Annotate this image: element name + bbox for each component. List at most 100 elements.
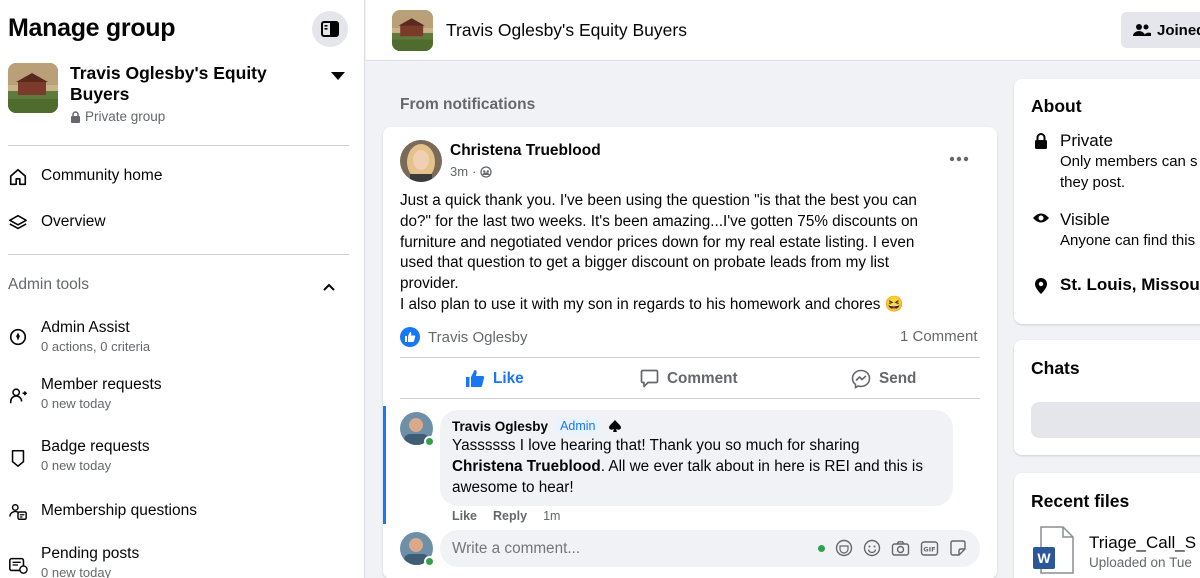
current-user-avatar[interactable] [400, 532, 435, 567]
post-text-line: provider. [400, 275, 459, 293]
home-icon [8, 166, 28, 188]
privacy-desc: Only members can s [1060, 153, 1198, 170]
post-text-line: do?" for the last two weeks. It's been a… [400, 212, 919, 230]
joined-button[interactable]: Joined [1121, 12, 1200, 48]
post-card: Christena Trueblood 3m · Just a quick th… [383, 127, 997, 578]
group-thumbnail[interactable] [8, 63, 58, 113]
person-add-icon [8, 385, 28, 407]
location-label[interactable]: St. Louis, Missou [1060, 275, 1200, 295]
comment-reply-button[interactable]: Reply [493, 509, 527, 523]
author-avatar[interactable] [400, 140, 442, 182]
emoji-icon[interactable] [863, 539, 881, 557]
recent-files-card: Recent files W Triage_Call_S Uploaded on… [1014, 473, 1200, 578]
admin-tools-heading[interactable]: Admin tools [8, 276, 89, 294]
admin-assist-icon [8, 326, 28, 348]
spade-badge-icon [608, 420, 621, 432]
location-pin-icon [1035, 278, 1047, 294]
messenger-icon [851, 369, 871, 389]
file-name: Triage_Call_S [1089, 533, 1197, 552]
feed-section-label: From notifications [400, 96, 536, 113]
thumbs-up-icon [466, 370, 485, 387]
sidebar-item-membership-questions[interactable]: Membership questions [8, 501, 197, 523]
badge-icon [8, 447, 28, 469]
divider [8, 254, 349, 255]
post-body: Just a quick thank you. I've been using … [400, 191, 980, 316]
comment-text: Yassssss I love hearing that! Thank you … [452, 436, 941, 498]
visibility-title: Visible [1060, 210, 1110, 229]
nav-label: Member requests [41, 376, 162, 393]
group-switcher-button[interactable] [330, 68, 346, 86]
send-button[interactable]: Send [851, 369, 916, 389]
group-name[interactable]: Travis Oglesby's Equity Buyers [70, 63, 300, 105]
send-label: Send [879, 370, 917, 387]
admin-badge[interactable]: Admin [556, 418, 600, 434]
privacy-title: Private [1060, 131, 1113, 150]
nav-label: Admin Assist [41, 319, 130, 336]
privacy-label: Private group [85, 109, 166, 124]
comment-text-line-1: Yassssss I love hearing that! Thank you … [452, 437, 860, 454]
about-title: About [1031, 96, 1082, 116]
comment-composer: GIF [440, 530, 980, 567]
nav-label: Overview [41, 213, 106, 230]
sidebar-item-admin-assist[interactable]: Admin Assist 0 actions, 0 criteria [8, 318, 150, 356]
chats-card: Chats [1014, 340, 1200, 455]
collapse-sidebar-button[interactable] [312, 11, 348, 47]
comment-actions: Like Reply 1m [452, 509, 560, 523]
chat-search-field[interactable] [1031, 402, 1200, 438]
post-options-button[interactable] [949, 149, 969, 167]
chats-title: Chats [1031, 358, 1080, 378]
about-card: About Private Only members can s they po… [1014, 79, 1200, 324]
avatar-sticker-icon[interactable] [835, 539, 853, 557]
commenter-avatar[interactable] [400, 412, 435, 447]
comment-button[interactable]: Comment [640, 369, 738, 388]
layers-icon [8, 212, 28, 234]
post-author-name[interactable]: Christena Trueblood [450, 142, 601, 160]
sidebar-item-pending-posts[interactable]: Pending posts 0 new today [8, 544, 139, 578]
nav-label: Community home [41, 167, 163, 184]
more-horizontal-icon [949, 156, 969, 162]
collapse-admin-tools-button[interactable] [322, 279, 336, 297]
comment-count-link[interactable]: 1 Comment [900, 328, 978, 345]
reactor-name: Travis Oglesby [428, 328, 528, 346]
comment-like-button[interactable]: Like [452, 509, 477, 523]
nav-sublabel: 0 new today [41, 396, 112, 411]
camera-icon[interactable] [891, 540, 910, 557]
sidebar-panel-icon [321, 21, 339, 37]
file-upload-info: Uploaded on Tue [1089, 555, 1192, 570]
reaction-summary[interactable]: Travis Oglesby [400, 327, 527, 347]
composer-tools: GIF [818, 539, 967, 557]
file-item[interactable]: W Triage_Call_S Uploaded on Tue [1031, 525, 1196, 575]
sidebar-item-badge-requests[interactable]: Badge requests 0 new today [8, 437, 150, 475]
post-timestamp[interactable]: 3m [450, 164, 468, 179]
new-comment-indicator [383, 406, 386, 524]
write-comment-input[interactable] [452, 539, 802, 558]
sticker-icon[interactable] [949, 539, 967, 557]
commenter-name[interactable]: Travis Oglesby [452, 419, 548, 434]
online-status-dot [424, 436, 435, 447]
privacy-info: Private Only members can s they post. [1031, 131, 1198, 193]
post-text-line: Just a quick thank you. I've been using … [400, 192, 917, 209]
group-title[interactable]: Travis Oglesby's Equity Buyers [446, 20, 687, 41]
nav-sublabel: 0 actions, 0 criteria [41, 339, 151, 354]
group-thumbnail[interactable] [392, 10, 433, 51]
membership-questions-icon [8, 501, 28, 523]
gif-icon[interactable]: GIF [920, 540, 939, 557]
word-document-icon: W [1033, 526, 1074, 574]
post-text-line: used that question to get a bigger disco… [400, 254, 889, 272]
sidebar-item-community-home[interactable]: Community home [8, 166, 162, 188]
comment-label: Comment [667, 369, 738, 387]
joined-label: Joined [1157, 21, 1200, 39]
group-audience-icon [480, 165, 493, 178]
comment-mention[interactable]: Christena Trueblood [452, 458, 601, 475]
sidebar-item-overview[interactable]: Overview [8, 212, 106, 234]
people-icon [1133, 24, 1151, 36]
separator: · [472, 164, 477, 179]
like-button[interactable]: Like [465, 369, 524, 388]
divider [400, 398, 980, 399]
eye-icon [1033, 213, 1049, 223]
comment-timestamp[interactable]: 1m [543, 509, 560, 523]
caret-down-icon [331, 72, 345, 80]
nav-sublabel: 0 new today [41, 458, 112, 473]
sidebar-item-member-requests[interactable]: Member requests 0 new today [8, 375, 162, 413]
lock-icon [1035, 133, 1047, 149]
